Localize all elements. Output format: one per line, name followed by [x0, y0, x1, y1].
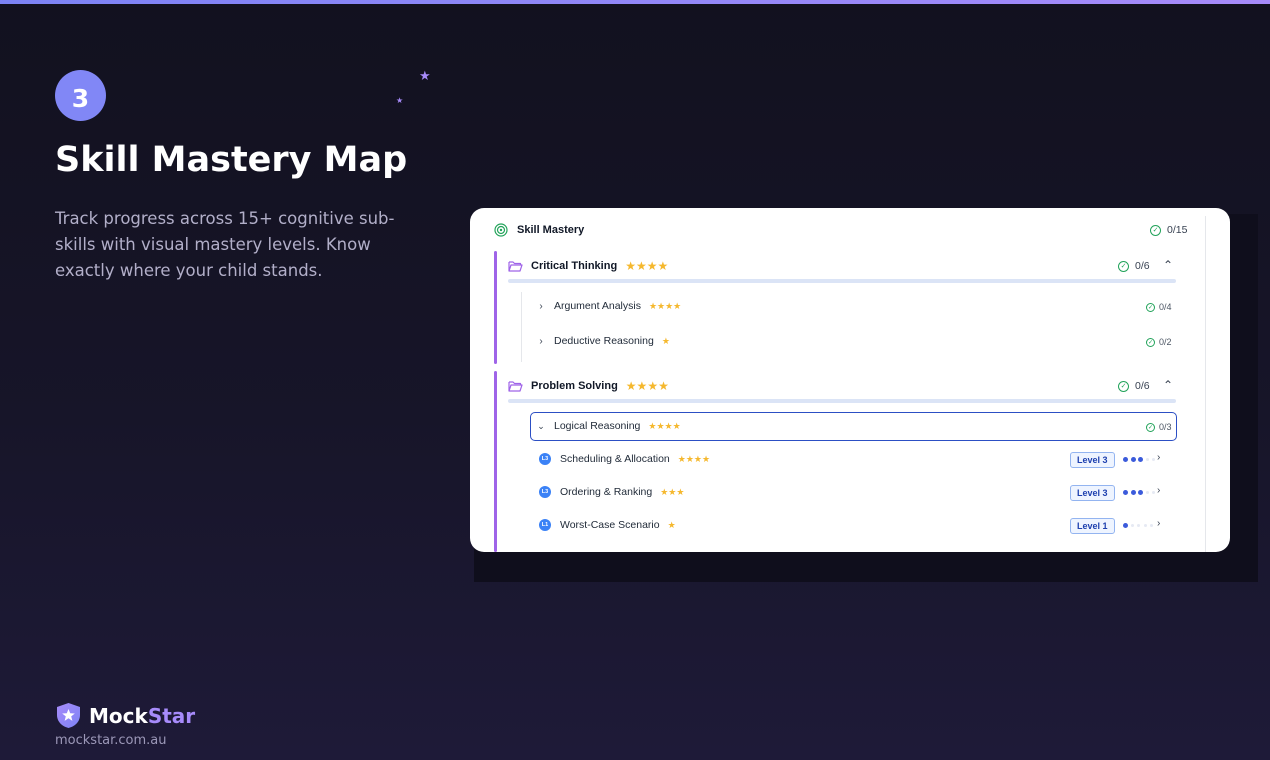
- difficulty-stars: ★★★★: [648, 420, 681, 431]
- mastery-dot-empty: [1152, 458, 1155, 461]
- panel-header: Skill Mastery: [494, 223, 584, 237]
- panel-title: Skill Mastery: [517, 224, 585, 236]
- mastery-dot-empty: [1145, 491, 1149, 494]
- chevron-right-icon[interactable]: ›: [1157, 485, 1160, 496]
- group-indicator-bar: [494, 251, 497, 364]
- brand-url[interactable]: mockstar.com.au: [55, 733, 167, 748]
- collapse-chevron-icon[interactable]: ⌃: [1163, 258, 1173, 272]
- chevron-right-icon[interactable]: ›: [1157, 518, 1160, 529]
- subskill-label: Worst-Case Scenario: [560, 519, 660, 531]
- tree-guide-line: [521, 292, 522, 362]
- subskill-label: Ordering & Ranking: [560, 486, 653, 498]
- chevron-right-icon[interactable]: ›: [1157, 452, 1160, 463]
- skill-row[interactable]: › Deductive Reasoning ★: [536, 335, 670, 347]
- group-label: Problem Solving: [531, 380, 618, 392]
- chevron-down-icon: ⌄: [537, 420, 545, 431]
- shield-star-icon: [57, 703, 80, 728]
- mastery-dot-filled: [1123, 457, 1128, 462]
- skill-row-expanded[interactable]: ⌄ Logical Reasoning ★★★★: [536, 420, 681, 432]
- difficulty-stars: ★★★★: [625, 379, 669, 393]
- folder-open-icon: [508, 260, 523, 272]
- check-circle-icon: ✓: [1146, 302, 1155, 312]
- brand-name: MockStar: [89, 703, 196, 728]
- step-number-badge: 3: [55, 70, 106, 121]
- group-label: Critical Thinking: [531, 260, 618, 272]
- group-progress-bar: [508, 279, 1176, 283]
- skill-progress: ✓ 0/2: [1146, 337, 1172, 347]
- mastery-dot-filled: [1130, 457, 1136, 462]
- sparkle-star-icon-small: ★: [396, 96, 404, 105]
- collapse-chevron-icon[interactable]: ⌃: [1163, 378, 1173, 392]
- page-title: Skill Mastery Map: [55, 140, 408, 180]
- group-progress: ✓ 0/6: [1118, 380, 1150, 392]
- mastery-dot-filled: [1138, 490, 1143, 495]
- skill-progress: ✓ 0/4: [1146, 302, 1172, 312]
- level-badge-icon: L1: [539, 519, 551, 531]
- skill-label: Logical Reasoning: [554, 420, 641, 432]
- mastery-dots: [1123, 490, 1159, 495]
- level-badge-icon: L3: [539, 486, 551, 498]
- scrollbar-track: [1205, 216, 1206, 552]
- subskill-row[interactable]: L3 Ordering & Ranking ★★★: [539, 486, 684, 498]
- mastery-dot-empty: [1152, 491, 1155, 494]
- target-icon: [494, 223, 508, 237]
- chevron-right-icon: ›: [539, 335, 543, 347]
- skill-label: Argument Analysis: [554, 300, 641, 312]
- group-header-problem-solving[interactable]: Problem Solving ★★★★: [508, 379, 669, 393]
- total-progress: ✓ 0/15: [1150, 224, 1187, 236]
- mastery-dot-empty: [1143, 524, 1147, 527]
- check-circle-icon: ✓: [1118, 260, 1129, 272]
- level-pill: Level 3: [1070, 452, 1115, 468]
- skill-row[interactable]: › Argument Analysis ★★★★: [536, 300, 681, 312]
- group-progress-bar: [508, 399, 1176, 403]
- subskill-row[interactable]: L1 Worst-Case Scenario ★: [539, 519, 676, 531]
- group-header-critical-thinking[interactable]: Critical Thinking ★★★★: [508, 259, 668, 273]
- difficulty-stars: ★★★★: [677, 453, 711, 464]
- mastery-dot-empty: [1150, 524, 1153, 527]
- skill-progress: ✓ 0/3: [1146, 422, 1172, 432]
- folder-open-icon: [508, 380, 523, 392]
- check-circle-icon: ✓: [1146, 337, 1155, 347]
- mastery-dot-empty: [1130, 524, 1134, 527]
- difficulty-stars: ★★★: [660, 486, 685, 497]
- mastery-dots: [1123, 523, 1157, 528]
- skill-label: Deductive Reasoning: [554, 335, 654, 347]
- brand-logo-lockup[interactable]: MockStar: [55, 702, 195, 729]
- sparkle-star-icon: ★: [419, 69, 431, 84]
- level-pill: Level 1: [1070, 518, 1115, 534]
- mastery-dot-filled: [1123, 490, 1128, 495]
- level-pill: Level 3: [1070, 485, 1115, 501]
- check-circle-icon: ✓: [1150, 224, 1161, 236]
- chevron-right-icon: ›: [539, 300, 543, 312]
- subskill-row[interactable]: L3 Scheduling & Allocation ★★★★: [539, 453, 710, 465]
- check-circle-icon: ✓: [1118, 380, 1129, 392]
- mastery-dots: [1123, 457, 1159, 462]
- difficulty-stars: ★: [661, 335, 670, 346]
- group-indicator-bar: [494, 371, 497, 552]
- mastery-dot-filled: [1123, 523, 1128, 528]
- mastery-dot-filled: [1138, 457, 1143, 462]
- top-accent-bar: [0, 0, 1270, 4]
- difficulty-stars: ★★★★: [625, 259, 669, 273]
- mastery-dot-filled: [1130, 490, 1136, 495]
- level-badge-icon: L3: [539, 453, 551, 465]
- skill-mastery-panel: Skill Mastery ✓ 0/15 Critical Thinking ★…: [470, 208, 1230, 552]
- mastery-dot-empty: [1137, 524, 1140, 527]
- page-description: Track progress across 15+ cognitive sub-…: [55, 209, 395, 280]
- difficulty-stars: ★: [667, 519, 676, 530]
- mastery-dot-empty: [1145, 458, 1149, 461]
- check-circle-icon: ✓: [1146, 422, 1155, 432]
- subskill-label: Scheduling & Allocation: [560, 453, 670, 465]
- difficulty-stars: ★★★★: [648, 300, 682, 311]
- group-progress: ✓ 0/6: [1118, 260, 1150, 272]
